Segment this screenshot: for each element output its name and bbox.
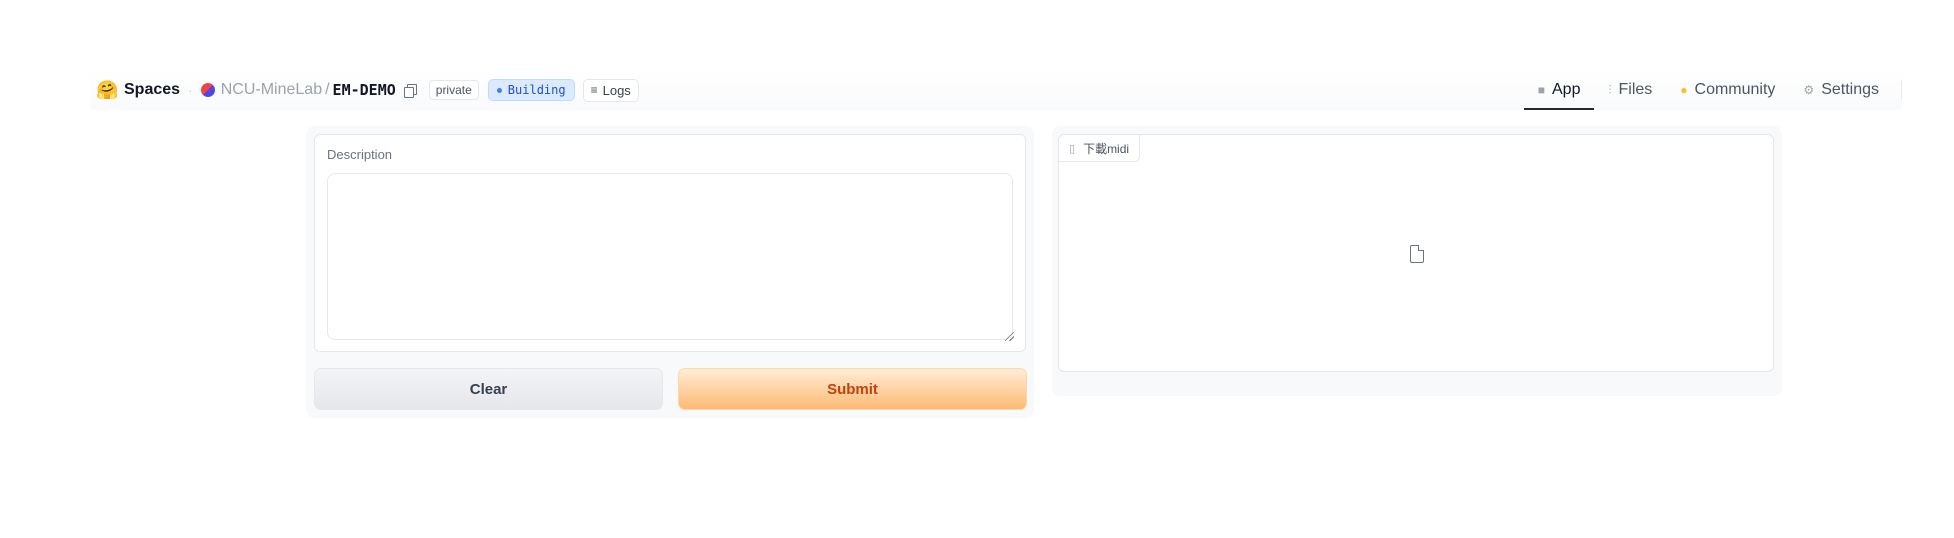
tab-community-label: Community [1694,81,1776,98]
copy-icon[interactable] [403,83,417,98]
tab-files[interactable]: ⫶ Files [1594,70,1666,110]
resize-handle-icon[interactable] [1005,332,1014,341]
description-block: Description [314,134,1026,352]
path-separator: / [325,81,330,98]
nav-divider [1901,81,1902,99]
org-avatar [200,83,215,97]
tab-app-label: App [1552,81,1581,98]
header-nav: ■ App ⫶ Files ● Community ⚙ Settings [1523,70,1902,110]
separator: · [188,82,193,98]
logs-button-label: Logs [602,82,631,98]
submit-button[interactable]: Submit [678,368,1027,410]
visibility-badge: private [428,80,479,100]
community-icon: ● [1680,83,1688,97]
output-panel: ▯ 下載midi [1052,126,1782,396]
logs-icon: ≡ [590,83,598,97]
clear-button[interactable]: Clear [314,368,663,410]
repo-name-link[interactable]: EM-DEMO [333,81,396,99]
status-dot-icon [496,87,502,93]
description-textarea[interactable] [327,173,1013,340]
tab-files-label: Files [1618,81,1653,98]
status-badge-label: Building [507,83,566,97]
input-panel: Description Clear Submit [306,126,1034,418]
hugging-face-logo-icon[interactable]: 🤗 [96,80,118,101]
logs-button[interactable]: ≡ Logs [582,78,639,102]
file-output-label-tag: ▯ 下載midi [1058,134,1141,162]
spaces-link[interactable]: Spaces [124,81,180,99]
empty-file-icon [1410,245,1424,263]
tab-community[interactable]: ● Community [1666,70,1789,110]
tab-app[interactable]: ■ App [1523,70,1595,110]
file-output-label: 下載midi [1083,141,1130,156]
tab-settings[interactable]: ⚙ Settings [1789,70,1893,110]
file-output-block: ▯ 下載midi [1058,134,1774,372]
description-label: Description [327,147,393,162]
app-cube-icon: ■ [1537,83,1545,97]
file-icon: ▯ [1069,142,1076,155]
space-header: 🤗 Spaces · NCU-MineLab / EM-DEMO private… [90,70,1902,110]
files-icon: ⫶ [1608,82,1612,97]
header-left: 🤗 Spaces · NCU-MineLab / EM-DEMO private… [96,70,639,110]
gear-icon: ⚙ [1803,83,1815,97]
status-badge[interactable]: Building [487,79,575,101]
tab-settings-label: Settings [1821,81,1879,98]
org-link[interactable]: NCU-MineLab [221,81,322,99]
